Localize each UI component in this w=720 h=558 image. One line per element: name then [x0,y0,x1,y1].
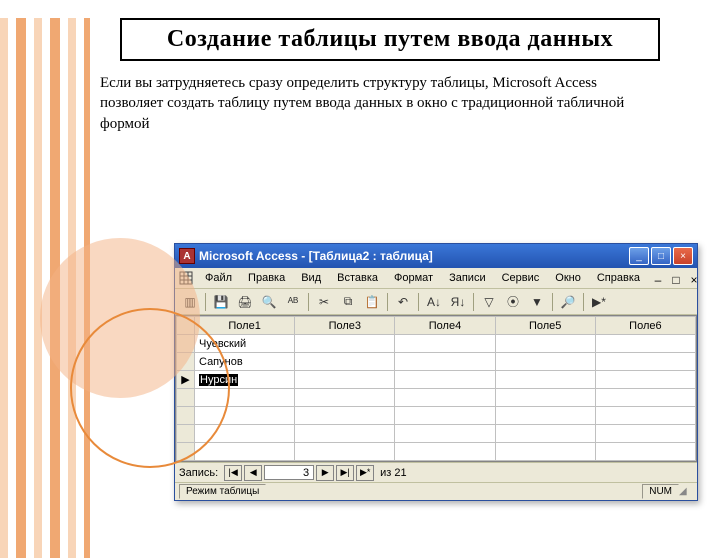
filter-form-button[interactable]: ⦿ [502,292,524,312]
find-button[interactable]: 🔎 [557,292,579,312]
table-datasheet[interactable]: Поле1Поле3Поле4Поле5Поле6 ЧуевскийСапуно… [175,315,697,462]
sort-asc-button[interactable]: A↓ [423,292,445,312]
cell[interactable] [295,443,395,461]
cell[interactable] [595,443,695,461]
cell[interactable] [295,353,395,371]
slide-description: Если вы затрудняетесь сразу определить с… [100,73,660,134]
cell[interactable] [395,389,495,407]
menu-file[interactable]: Файл [197,270,240,286]
cell[interactable] [595,335,695,353]
access-window: A Microsoft Access - [Таблица2 : таблица… [174,243,698,501]
cell[interactable] [295,335,395,353]
cell[interactable] [595,371,695,389]
cell[interactable] [495,425,595,443]
nav-label: Запись: [179,467,218,479]
cell[interactable] [295,425,395,443]
slide-title: Создание таблицы путем ввода данных [120,18,660,61]
status-num: NUM [642,484,679,499]
nav-of-label: из 21 [380,467,407,479]
menu-format[interactable]: Формат [386,270,441,286]
cell[interactable] [595,425,695,443]
table-row[interactable]: Сапунов [177,353,696,371]
nav-next-button[interactable]: ▶ [316,465,334,481]
copy-button[interactable]: ⧉ [337,292,359,312]
cell[interactable] [195,443,295,461]
print-button[interactable]: 🖨 [234,292,256,312]
paste-button[interactable]: 📋 [361,292,383,312]
cut-button[interactable]: ✂ [313,292,335,312]
maximize-button[interactable]: □ [651,247,671,265]
menu-view[interactable]: Вид [293,270,329,286]
app-icon: A [179,248,195,264]
cell[interactable] [595,389,695,407]
cell[interactable] [595,353,695,371]
filter-selection-button[interactable]: ▽ [478,292,500,312]
preview-button[interactable]: 🔍 [258,292,280,312]
column-header[interactable]: Поле6 [595,317,695,335]
table-row[interactable] [177,425,696,443]
undo-button[interactable]: ↶ [392,292,414,312]
cell[interactable] [495,335,595,353]
table-row[interactable] [177,407,696,425]
menu-insert[interactable]: Вставка [329,270,386,286]
cell[interactable] [495,371,595,389]
cell[interactable] [495,353,595,371]
menu-edit[interactable]: Правка [240,270,293,286]
window-title: Microsoft Access - [Таблица2 : таблица] [199,249,629,263]
menubar: Файл Правка Вид Вставка Формат Записи Се… [175,268,697,289]
cell[interactable] [295,371,395,389]
statusbar: Режим таблицы NUM ◢ [175,482,697,500]
nav-new-button[interactable]: ▶* [356,465,374,481]
column-header[interactable]: Поле5 [495,317,595,335]
status-mode: Режим таблицы [179,484,266,499]
sort-desc-button[interactable]: Я↓ [447,292,469,312]
menu-tools[interactable]: Сервис [494,270,548,286]
menu-records[interactable]: Записи [441,270,494,286]
cell[interactable] [395,425,495,443]
doc-close-button[interactable]: × [688,273,700,283]
table-row[interactable] [177,389,696,407]
table-row[interactable]: ▶Нурсин [177,371,696,389]
nav-last-button[interactable]: ▶| [336,465,354,481]
cell[interactable] [395,335,495,353]
cell[interactable] [395,443,495,461]
cell[interactable] [495,389,595,407]
record-navigator: Запись: |◀ ◀ ▶ ▶| ▶* из 21 [175,462,697,482]
cell[interactable] [395,371,495,389]
menu-window[interactable]: Окно [547,270,589,286]
toolbar: ▥ 💾 🖨 🔍 ᴬᴮ ✂ ⧉ 📋 ↶ A↓ Я↓ ▽ ⦿ ▼ 🔎 ▶* [175,289,697,315]
doc-maximize-button[interactable]: □ [670,273,682,283]
spellcheck-button[interactable]: ᴬᴮ [282,292,304,312]
cell[interactable] [395,407,495,425]
column-header[interactable]: Поле3 [295,317,395,335]
table-row[interactable] [177,443,696,461]
table-row[interactable]: Чуевский [177,335,696,353]
column-header[interactable]: Поле1 [195,317,295,335]
cell[interactable] [595,407,695,425]
cell[interactable] [495,407,595,425]
nav-prev-button[interactable]: ◀ [244,465,262,481]
nav-current-input[interactable] [264,465,314,480]
close-button[interactable]: × [673,247,693,265]
resize-grip-icon[interactable]: ◢ [679,486,693,497]
cell[interactable] [395,353,495,371]
column-header[interactable]: Поле4 [395,317,495,335]
apply-filter-button[interactable]: ▼ [526,292,548,312]
doc-minimize-button[interactable]: – [652,273,664,283]
cell[interactable] [295,407,395,425]
save-button[interactable]: 💾 [210,292,232,312]
titlebar[interactable]: A Microsoft Access - [Таблица2 : таблица… [175,244,697,268]
menu-help[interactable]: Справка [589,270,648,286]
cell[interactable] [295,389,395,407]
nav-first-button[interactable]: |◀ [224,465,242,481]
cell[interactable] [495,443,595,461]
new-record-button[interactable]: ▶* [588,292,610,312]
minimize-button[interactable]: _ [629,247,649,265]
